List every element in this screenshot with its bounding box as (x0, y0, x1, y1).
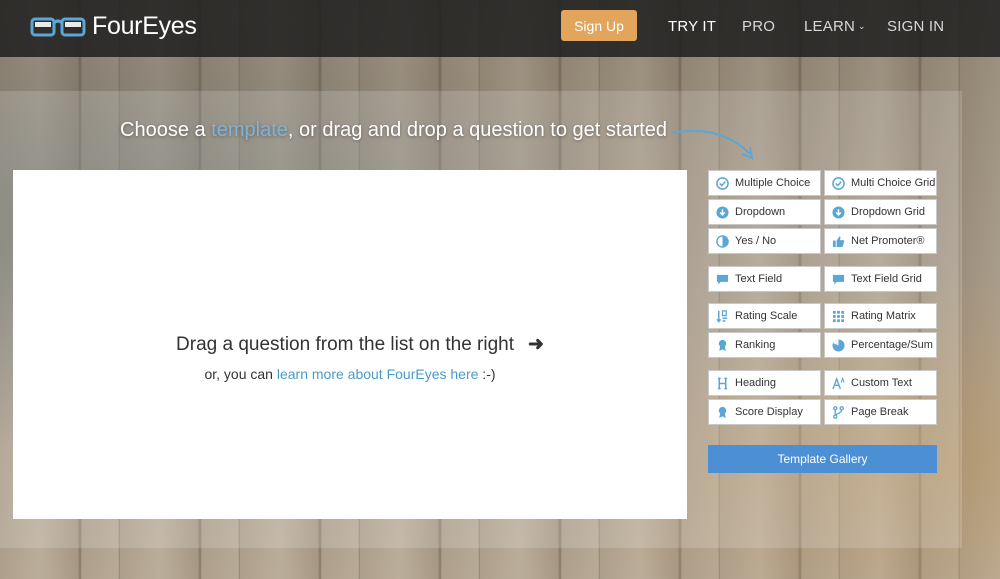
question-multiple-choice[interactable]: Multiple Choice (708, 170, 821, 196)
question-label: Custom Text (851, 377, 912, 389)
code-fork-icon (831, 405, 845, 419)
question-label: Ranking (735, 339, 776, 351)
question-label: Percentage/Sum (851, 339, 933, 351)
learn-more-prefix: or, you can (204, 366, 277, 382)
download-circle-icon (831, 205, 845, 219)
question-score-display[interactable]: Score Display (708, 399, 821, 425)
speech-bubble-icon (831, 272, 845, 286)
signup-button[interactable]: Sign Up (561, 10, 637, 41)
heading-icon (715, 376, 729, 390)
pie-chart-icon (831, 338, 845, 352)
question-text-field[interactable]: Text Field (708, 266, 821, 292)
grid-icon (831, 309, 845, 323)
learn-more-suffix: :-) (478, 366, 496, 382)
question-label: Net Promoter® (851, 235, 925, 247)
question-dropdown[interactable]: Dropdown (708, 199, 821, 225)
half-circle-icon (715, 234, 729, 248)
brand-name: FourEyes (92, 12, 197, 40)
award-ribbon-icon (715, 405, 729, 419)
check-circle-icon (715, 176, 729, 190)
question-rating-scale[interactable]: Rating Scale (708, 303, 821, 329)
question-label: Multi Choice Grid (851, 177, 936, 189)
question-label: Yes / No (735, 235, 777, 247)
speech-bubble-icon (715, 272, 729, 286)
chevron-down-icon: ⌄ (858, 21, 866, 31)
headline-suffix: , or drag and drop a question to get sta… (287, 119, 668, 141)
download-circle-icon (715, 205, 729, 219)
question-label: Text Field Grid (851, 273, 922, 285)
question-label: Rating Scale (735, 310, 798, 322)
template-link[interactable]: template (211, 119, 288, 141)
question-label: Text Field (735, 273, 783, 285)
learn-more-link[interactable]: learn more about FourEyes here (277, 366, 479, 382)
question-net-promoter[interactable]: Net Promoter® (824, 228, 937, 254)
question-label: Score Display (735, 406, 803, 418)
check-circle-icon (831, 176, 845, 190)
template-gallery-button[interactable]: Template Gallery (708, 445, 937, 473)
drag-instruction: Drag a question from the list on the rig… (13, 333, 687, 356)
question-label: Multiple Choice (735, 177, 811, 189)
question-label: Rating Matrix (851, 310, 916, 322)
drag-instruction-text: Drag a question from the list on the rig… (176, 334, 515, 355)
question-canvas[interactable]: Drag a question from the list on the rig… (13, 170, 687, 519)
question-label: Dropdown Grid (851, 206, 925, 218)
question-label: Heading (735, 377, 776, 389)
glasses-logo-icon (30, 17, 86, 36)
question-rating-matrix[interactable]: Rating Matrix (824, 303, 937, 329)
sort-numeric-icon (715, 309, 729, 323)
page-headline: Choose a template, or drag and drop a qu… (120, 119, 667, 142)
question-page-break[interactable]: Page Break (824, 399, 937, 425)
learn-more-line: or, you can learn more about FourEyes he… (13, 366, 687, 382)
nav-learn-label: LEARN (804, 18, 856, 35)
award-ribbon-icon (715, 338, 729, 352)
question-text-field-grid[interactable]: Text Field Grid (824, 266, 937, 292)
question-dropdown-grid[interactable]: Dropdown Grid (824, 199, 937, 225)
question-label: Page Break (851, 406, 909, 418)
top-navbar: FourEyes Sign Up TRY IT PRO LEARN ⌄ SIGN … (0, 0, 1000, 57)
question-heading[interactable]: Heading (708, 370, 821, 396)
font-size-icon (831, 376, 845, 390)
curved-arrow-icon (672, 129, 754, 160)
arrow-right-icon: ➜ (528, 334, 544, 355)
question-ranking[interactable]: Ranking (708, 332, 821, 358)
nav-sign-in[interactable]: SIGN IN (887, 18, 944, 35)
nav-try-it[interactable]: TRY IT (668, 18, 716, 35)
logo[interactable]: FourEyes (30, 12, 197, 41)
headline-prefix: Choose a (120, 119, 212, 141)
nav-learn[interactable]: LEARN ⌄ (804, 18, 866, 35)
question-custom-text[interactable]: Custom Text (824, 370, 937, 396)
question-yes-no[interactable]: Yes / No (708, 228, 821, 254)
question-multi-choice-grid[interactable]: Multi Choice Grid (824, 170, 937, 196)
question-percentage-sum[interactable]: Percentage/Sum (824, 332, 937, 358)
nav-pro[interactable]: PRO (742, 18, 775, 35)
question-label: Dropdown (735, 206, 786, 218)
thumbs-up-icon (831, 234, 845, 248)
